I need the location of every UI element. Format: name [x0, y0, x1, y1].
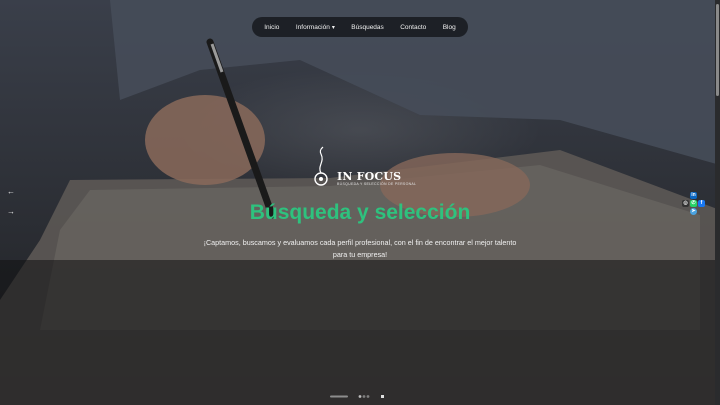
nav-label: Información	[295, 23, 330, 31]
carousel-dot[interactable]	[362, 395, 366, 398]
telegram-icon[interactable]: ➤	[690, 208, 697, 215]
carousel-progress	[330, 395, 348, 398]
scrollbar-thumb[interactable]	[716, 4, 719, 96]
linkedin-icon[interactable]: in	[690, 192, 697, 199]
main-nav: Inicio Información ▾ Búsquedas Contacto B…	[252, 17, 468, 37]
social-links: in ◎ ✆ f ➤	[682, 192, 705, 216]
carousel-prev-arrow-icon[interactable]: ←	[7, 188, 15, 196]
nav-item-inicio[interactable]: Inicio	[264, 24, 279, 31]
vignette	[0, 260, 720, 405]
carousel-dot[interactable]	[366, 395, 370, 398]
chevron-down-icon: ▾	[331, 24, 335, 31]
whatsapp-icon[interactable]: ✆	[690, 200, 697, 207]
hero-subtitle: ¡Captamos, buscamos y evaluamos cada per…	[203, 238, 517, 259]
instagram-icon[interactable]: ◎	[682, 200, 689, 207]
pause-icon[interactable]	[381, 395, 384, 398]
hero-section: Inicio Información ▾ Búsquedas Contacto B…	[0, 0, 720, 405]
nav-label: Contacto	[400, 23, 427, 31]
page-scrollbar[interactable]	[715, 0, 720, 405]
brand-tagline: BÚSQUEDA Y SELECCIÓN DE PERSONAL	[337, 182, 417, 186]
nav-item-busquedas[interactable]: Búsquedas	[351, 24, 384, 31]
nav-item-contacto[interactable]: Contacto	[400, 24, 426, 31]
carousel-indicators	[330, 395, 384, 398]
facebook-icon[interactable]: f	[698, 200, 705, 207]
carousel-dot[interactable]	[358, 395, 362, 398]
hero-title: Búsqueda y selección	[249, 201, 471, 224]
nav-item-informacion[interactable]: Información ▾	[296, 24, 335, 31]
nav-label: Búsquedas	[351, 23, 384, 31]
nav-label: Inicio	[264, 23, 280, 31]
nav-item-blog[interactable]: Blog	[443, 24, 456, 31]
nav-label: Blog	[442, 23, 456, 31]
